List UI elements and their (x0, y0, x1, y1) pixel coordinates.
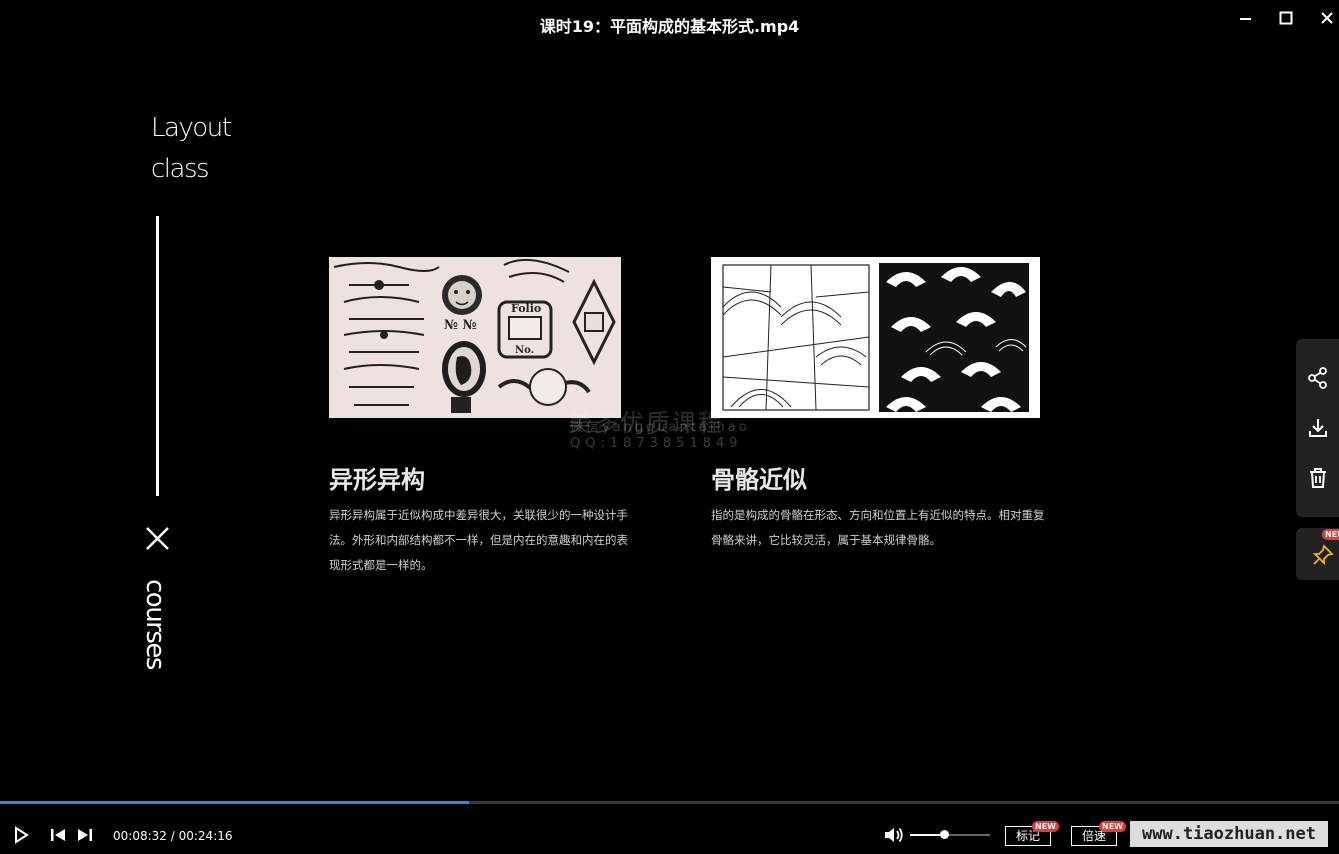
card1-title: 异形异构 (329, 466, 425, 494)
play-icon (15, 826, 29, 844)
next-button[interactable] (76, 827, 94, 847)
courses-label: courses (140, 579, 170, 669)
time-separator: / (170, 829, 175, 843)
total-time: 00:24:16 (178, 829, 233, 843)
maximize-button[interactable] (1273, 9, 1299, 31)
close-icon (1321, 12, 1333, 24)
watermark-wechat: 微信yangguantaihao (570, 420, 750, 435)
mark-new-badge: NEW (1032, 821, 1059, 832)
trash-icon (1309, 468, 1326, 488)
download-button[interactable] (1296, 405, 1339, 451)
download-icon (1308, 419, 1327, 437)
side-title-line1: Layout (151, 113, 232, 143)
cross-icon (145, 526, 170, 555)
watermark-qq: QQ:1873851849 (570, 436, 743, 451)
title-bar: 课时19：平面构成的基本形式.mp4 (0, 0, 1339, 46)
card2-title: 骨骼近似 (711, 466, 807, 494)
volume-slider[interactable] (910, 830, 990, 839)
progress-bar[interactable] (0, 801, 1339, 804)
numero-label: № № (444, 318, 477, 333)
delete-button[interactable] (1296, 455, 1339, 501)
minimize-icon (1240, 18, 1251, 20)
volume-fill (910, 834, 944, 836)
previous-icon (51, 829, 65, 841)
pin-icon (1312, 544, 1334, 566)
no-label: No. (515, 345, 534, 356)
volume-knob[interactable] (939, 830, 949, 839)
card1-description: 异形异构属于近似构成中差异很大，关联很少的一种设计手法。外形和内部结构都不一样，… (329, 508, 628, 572)
maximize-icon (1279, 11, 1293, 25)
side-divider-line (156, 216, 159, 496)
pin-new-badge: NEW (1322, 529, 1339, 540)
speaker-icon (885, 827, 903, 843)
previous-button[interactable] (49, 827, 67, 847)
card2-description: 指的是构成的骨骼在形态、方向和位置上有近似的特点。相对重复骨骼来讲，它比较灵活，… (711, 508, 1045, 547)
progress-fill (0, 801, 469, 804)
side-bottom-text: courses (140, 579, 170, 669)
folio-label: Folio (511, 302, 541, 315)
patterns-image (711, 257, 1040, 418)
minimize-button[interactable] (1233, 9, 1259, 31)
next-icon (78, 829, 92, 841)
share-icon (1307, 367, 1327, 389)
share-button[interactable] (1296, 355, 1339, 401)
volume-button[interactable] (883, 826, 905, 848)
close-button[interactable] (1314, 9, 1339, 31)
window-title: 课时19：平面构成的基本形式.mp4 (539, 17, 800, 36)
side-title-line2: class (151, 154, 210, 184)
time-display: 00:08:32 / 00:24:16 (113, 829, 233, 843)
site-watermark: www.tiaozhuan.net (1130, 821, 1328, 847)
pin-button[interactable]: NEW (1296, 528, 1339, 580)
ornaments-image: № № Folio No. (329, 257, 621, 418)
play-button[interactable] (12, 826, 30, 848)
speed-new-badge: NEW (1099, 821, 1126, 832)
side-action-panel (1296, 339, 1339, 517)
current-time: 00:08:32 (113, 829, 167, 843)
